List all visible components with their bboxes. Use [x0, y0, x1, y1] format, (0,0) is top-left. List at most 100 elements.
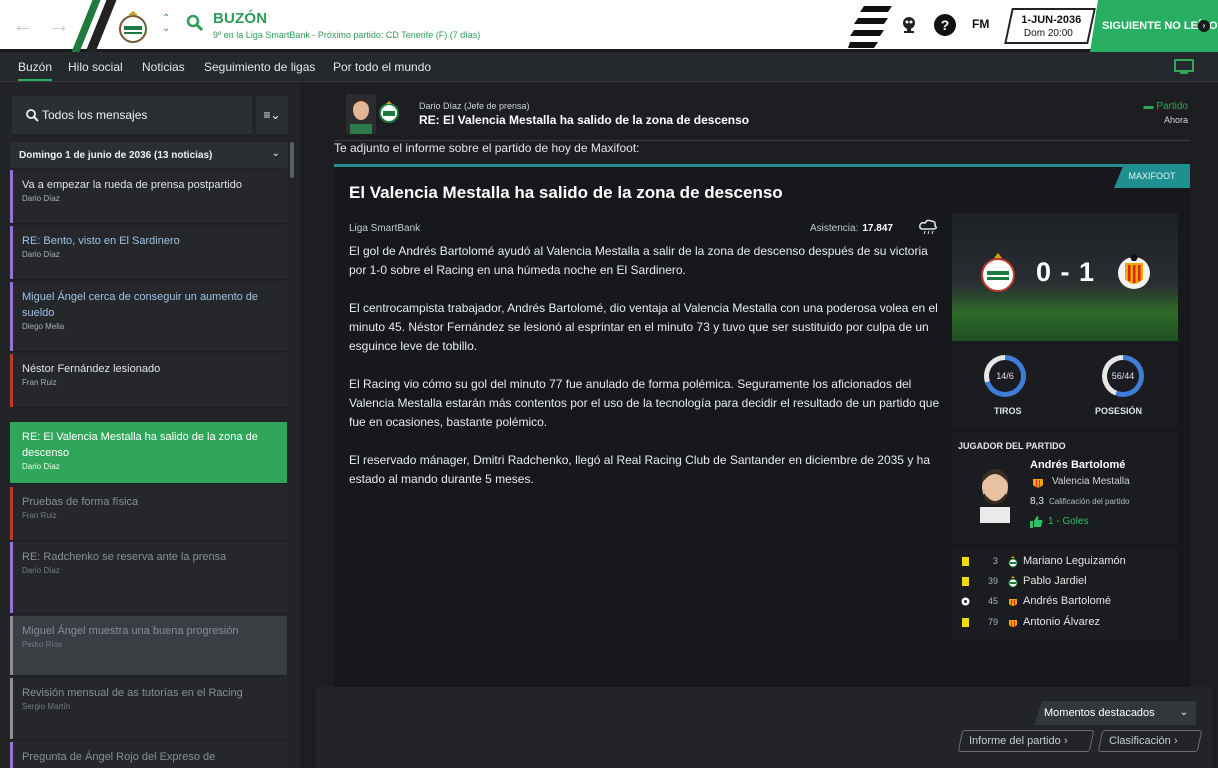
weather-rain-icon: [919, 219, 938, 235]
message-list-title: Miguel Ángel cerca de conseguir un aumen…: [22, 291, 259, 319]
event-player: Antonio Álvarez: [1023, 616, 1101, 628]
trophy-icon[interactable]: [898, 14, 920, 36]
message-list-title: Revisión mensual de as tutorías en el Ra…: [22, 687, 243, 699]
club-crest-icon[interactable]: [117, 10, 149, 44]
message-list-title: RE: Radchenko se reserva ante la prensa: [22, 551, 227, 563]
potm-photo: [980, 469, 1010, 523]
category-bar: [10, 542, 13, 613]
message-category[interactable]: ▬ Partido: [1144, 101, 1188, 112]
sender-avatar[interactable]: [346, 94, 376, 134]
tab-seguimiento-ligas[interactable]: Seguimiento de ligas: [204, 60, 315, 74]
message-list-sender: Fran Ruiz: [22, 378, 57, 387]
event-minute: 39: [987, 576, 998, 586]
message-list-item[interactable]: Revisión mensual de as tutorías en el Ra…: [10, 678, 287, 740]
event-minute: 79: [987, 617, 998, 627]
article-title: El Valencia Mestalla ha salido de la zon…: [349, 183, 783, 202]
scrollbar[interactable]: [290, 142, 294, 178]
event-row[interactable]: 45 Andrés Bartolomé: [952, 592, 1178, 612]
message-time: Ahora: [1163, 115, 1188, 125]
message-list-item[interactable]: Pregunta de Ángel Rojo del Expreso de: [10, 742, 287, 768]
event-row[interactable]: 3 Mariano Leguizamón: [952, 552, 1178, 572]
category-bar: [10, 226, 13, 279]
message-list-item[interactable]: Va a empezar la rueda de prensa postpart…: [10, 170, 287, 224]
yellow-card-icon: [962, 557, 969, 566]
message-list-item[interactable]: RE: El Valencia Mestalla ha salido de la…: [10, 422, 287, 484]
message-list-item[interactable]: Néstor Fernández lesionado Fran Ruiz: [10, 354, 287, 408]
attendance: Asistencia: 17.847: [810, 223, 893, 234]
potm-goals: 1 - Goles: [1048, 516, 1089, 527]
fm-logo[interactable]: FM: [972, 17, 998, 39]
racing-crest-icon: [1008, 556, 1018, 568]
search-icon[interactable]: [186, 14, 204, 32]
article-paragraph: El reservado mánager, Dmitri Radchenko, …: [349, 453, 930, 486]
event-row[interactable]: 79 Antonio Álvarez: [952, 613, 1178, 633]
home-crest-icon: [981, 253, 1015, 292]
yellow-card-icon: [962, 577, 969, 586]
shots-label: TIROS: [994, 406, 1022, 416]
message-list-sender: Dario Díaz: [22, 250, 60, 259]
attendance-value: 17.847: [862, 223, 893, 234]
match-report-button[interactable]: Informe del partido ›: [957, 730, 1095, 752]
message-list-title: Va a empezar la rueda de prensa postpart…: [22, 179, 242, 191]
highlights-dropdown[interactable]: Momentos destacados ⌄: [1034, 701, 1196, 725]
tab-por-todo-el-mundo[interactable]: Por todo el mundo: [333, 60, 431, 74]
category-bar: [10, 742, 13, 768]
chevron-right-icon: ›: [1173, 735, 1178, 747]
category-bar: [10, 487, 13, 540]
next-icon: ›: [1198, 20, 1210, 32]
message-list-sender: Sergio Martín: [22, 702, 71, 711]
potm-rating-label: Calificación del partido: [1049, 497, 1130, 506]
tab-bar: Buzón Hilo social Noticias Seguimiento d…: [0, 52, 1218, 82]
sender-name[interactable]: Dario Díaz (Jefe de prensa): [419, 101, 530, 111]
message-list-item[interactable]: Miguel Ángel muestra una buena progresió…: [10, 616, 287, 676]
next-unread-button[interactable]: SIGUIENTE NO LEÍDO ›: [1090, 0, 1218, 52]
date-group-header[interactable]: Domingo 1 de junio de 2036 (13 noticias)…: [10, 142, 288, 168]
message-view: Dario Díaz (Jefe de prensa) RE: El Valen…: [306, 82, 1212, 768]
valencia-crest-icon: [1009, 617, 1017, 627]
message-title: RE: El Valencia Mestalla ha salido de la…: [419, 113, 750, 127]
page-title: BUZÓN: [213, 10, 268, 27]
article-paragraph: El Racing vio cómo su gol del minuto 77 …: [349, 377, 940, 429]
standings-label: Clasificación: [1109, 735, 1171, 747]
event-player: Pablo Jardiel: [1023, 575, 1087, 587]
away-crest-icon: [1118, 254, 1150, 289]
message-list-title: RE: El Valencia Mestalla ha salido de la…: [22, 431, 258, 459]
message-list-item[interactable]: RE: Radchenko se reserva ante la prensa D…: [10, 542, 287, 614]
tab-noticias[interactable]: Noticias: [142, 60, 185, 74]
message-list-item[interactable]: RE: Bento, visto en El Sardinero Dario Dí…: [10, 226, 287, 280]
up-down-icon[interactable]: ⌃ ⌄: [162, 14, 170, 34]
article-paragraph: El gol de Andrés Bartolomé ayudó al Vale…: [349, 244, 928, 277]
category-bar: [10, 616, 13, 675]
help-icon[interactable]: ?: [934, 14, 956, 36]
monitor-icon[interactable]: [1174, 59, 1194, 75]
message-filter-search[interactable]: Todos los mensajes: [12, 96, 252, 134]
standings-button[interactable]: Clasificación ›: [1097, 730, 1203, 752]
club-crest-icon: [379, 101, 399, 123]
potm-club: Valencia Mestalla: [1052, 476, 1130, 487]
message-list-title: Pruebas de forma física: [22, 496, 139, 508]
attendance-label: Asistencia:: [810, 223, 859, 234]
message-intro: Te adjunto el informe sobre el partido d…: [334, 141, 640, 155]
message-list-item[interactable]: Pruebas de forma física Fran Ruiz: [10, 487, 287, 541]
tab-hilo-social[interactable]: Hilo social: [68, 60, 123, 74]
scoreboard[interactable]: 0 - 1: [952, 213, 1178, 341]
sort-menu-icon[interactable]: ≡⌄: [256, 96, 288, 134]
chevron-down-icon: ⌄: [271, 148, 280, 159]
tab-buzon[interactable]: Buzón: [18, 60, 53, 81]
forward-arrow-icon[interactable]: →: [48, 14, 70, 36]
page-subtitle: 9º en la Liga SmartBank - Próximo partid…: [213, 30, 481, 40]
message-list-sender: Dario Díaz: [22, 566, 60, 575]
player-of-the-match[interactable]: JUGADOR DEL PARTIDO Andrés Bartolomé Val…: [952, 433, 1178, 543]
message-filter-label: Todos los mensajes: [42, 108, 148, 122]
potm-name: Andrés Bartolomé: [1030, 459, 1126, 471]
back-arrow-icon[interactable]: ←: [12, 14, 34, 36]
thumbs-up-icon: [1030, 516, 1043, 528]
match-score: 0 - 1: [1036, 257, 1096, 287]
message-list-item[interactable]: Miguel Ángel cerca de conseguir un aumen…: [10, 282, 287, 352]
date-display[interactable]: 1-JUN-2036 Dom 20:00: [1004, 8, 1096, 44]
match-report-article: MAXIFOOT El Valencia Mestalla ha salido …: [334, 164, 1190, 764]
message-list-sender: Pedro Ríos: [22, 640, 63, 649]
message-list-title: RE: Bento, visto en El Sardinero: [22, 235, 180, 247]
league-name[interactable]: Liga SmartBank: [349, 223, 420, 234]
event-row[interactable]: 39 Pablo Jardiel: [952, 572, 1178, 592]
